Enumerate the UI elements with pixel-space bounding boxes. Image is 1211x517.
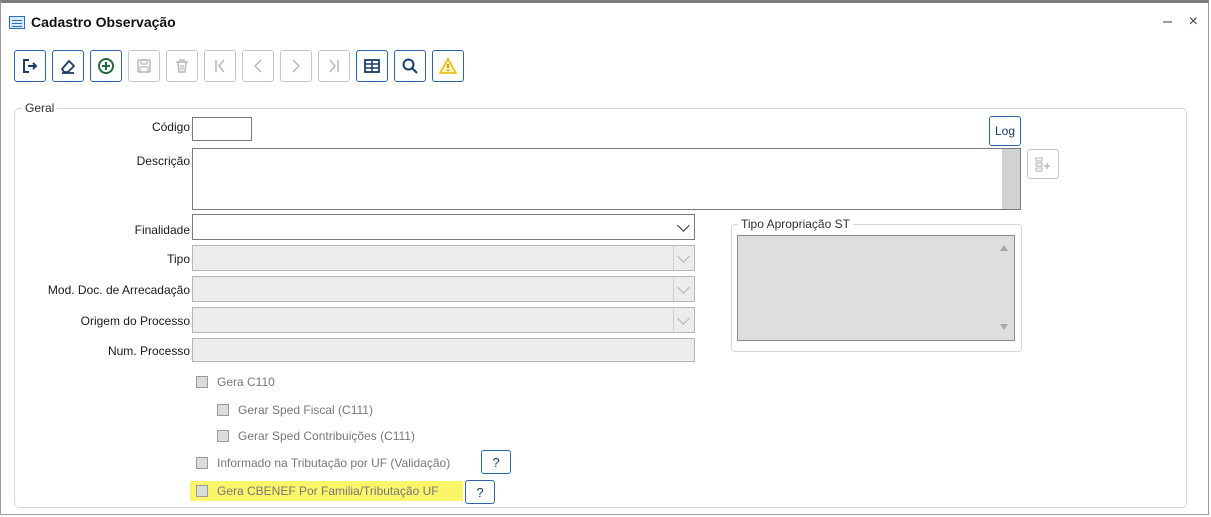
informado-uf-label: Informado na Tributação por UF (Validaçã… (217, 456, 451, 470)
delete-button[interactable] (166, 50, 198, 82)
scroll-down-icon[interactable] (1000, 324, 1008, 330)
gera-cbenef-label: Gera CBENEF Por Familia/Tributação UF (217, 484, 439, 498)
finalidade-select[interactable] (192, 214, 695, 240)
save-button[interactable] (128, 50, 160, 82)
previous-record-button[interactable] (242, 50, 274, 82)
first-icon (215, 59, 225, 73)
num-processo-label: Num. Processo (107, 344, 190, 358)
sped-contrib-row: Gerar Sped Contribuições (C111) (217, 426, 415, 446)
mod-doc-select[interactable] (192, 276, 695, 302)
mod-doc-label: Mod. Doc. de Arrecadação (47, 283, 190, 297)
general-group-label: Geral (22, 101, 58, 115)
search-icon (402, 58, 418, 74)
log-button[interactable]: Log (989, 116, 1021, 146)
table-icon (364, 59, 380, 73)
close-button[interactable]: × (1189, 13, 1198, 31)
codigo-input[interactable] (192, 117, 252, 141)
informado-uf-help-button[interactable]: ? (481, 450, 511, 474)
save-icon (137, 59, 151, 73)
form-icon (9, 16, 25, 29)
first-record-button[interactable] (204, 50, 236, 82)
exit-icon (23, 59, 38, 73)
gera-c110-checkbox[interactable] (196, 376, 208, 388)
sped-contrib-label: Gerar Sped Contribuições (C111) (238, 429, 415, 443)
new-button[interactable] (90, 50, 122, 82)
tipo-apropriacao-list[interactable] (737, 235, 1015, 341)
sped-fiscal-checkbox[interactable] (217, 404, 229, 416)
next-record-button[interactable] (280, 50, 312, 82)
previous-icon (253, 59, 262, 73)
tipo-apropriacao-label: Tipo Apropriação ST (738, 217, 853, 231)
add-description-button[interactable] (1027, 149, 1059, 179)
last-record-button[interactable] (318, 50, 350, 82)
tipo-select[interactable] (192, 245, 695, 271)
last-icon (329, 59, 339, 73)
codigo-label: Código (151, 120, 190, 134)
minimize-button[interactable]: – (1163, 13, 1172, 31)
warning-icon (439, 57, 457, 74)
sped-fiscal-row: Gerar Sped Fiscal (C111) (217, 400, 373, 420)
origem-select[interactable] (192, 307, 695, 333)
trash-icon (176, 59, 188, 73)
sped-fiscal-label: Gerar Sped Fiscal (C111) (238, 403, 373, 417)
descricao-label: Descrição (136, 154, 190, 168)
gera-cbenef-row: Gera CBENEF Por Familia/Tributação UF (196, 481, 439, 501)
chevron-down-icon (677, 219, 690, 232)
descricao-scrollbar[interactable] (1002, 149, 1020, 209)
descricao-textarea[interactable] (192, 148, 1021, 210)
warning-button[interactable] (432, 50, 464, 82)
eraser-icon (60, 59, 76, 74)
informado-uf-row: Informado na Tributação por UF (Validaçã… (196, 453, 450, 473)
grid-button[interactable] (356, 50, 388, 82)
gera-cbenef-checkbox[interactable] (196, 485, 208, 497)
window-title: Cadastro Observação (31, 14, 176, 30)
search-button[interactable] (394, 50, 426, 82)
title-bar: Cadastro Observação – × (1, 3, 1208, 43)
num-processo-input[interactable] (192, 338, 695, 362)
tipo-label: Tipo (167, 252, 190, 266)
informado-uf-checkbox[interactable] (196, 457, 208, 469)
next-icon (292, 59, 301, 73)
clear-button[interactable] (52, 50, 84, 82)
exit-button[interactable] (14, 50, 46, 82)
origem-label: Origem do Processo (80, 314, 190, 328)
sped-contrib-checkbox[interactable] (217, 430, 229, 442)
scroll-up-icon[interactable] (1000, 245, 1008, 251)
gera-c110-row: Gera C110 (196, 372, 275, 392)
gera-c110-label: Gera C110 (217, 375, 275, 389)
finalidade-label: Finalidade (134, 223, 190, 237)
plus-circle-icon (98, 58, 114, 74)
list-add-icon (1035, 157, 1050, 172)
gera-cbenef-help-button[interactable]: ? (465, 480, 495, 504)
